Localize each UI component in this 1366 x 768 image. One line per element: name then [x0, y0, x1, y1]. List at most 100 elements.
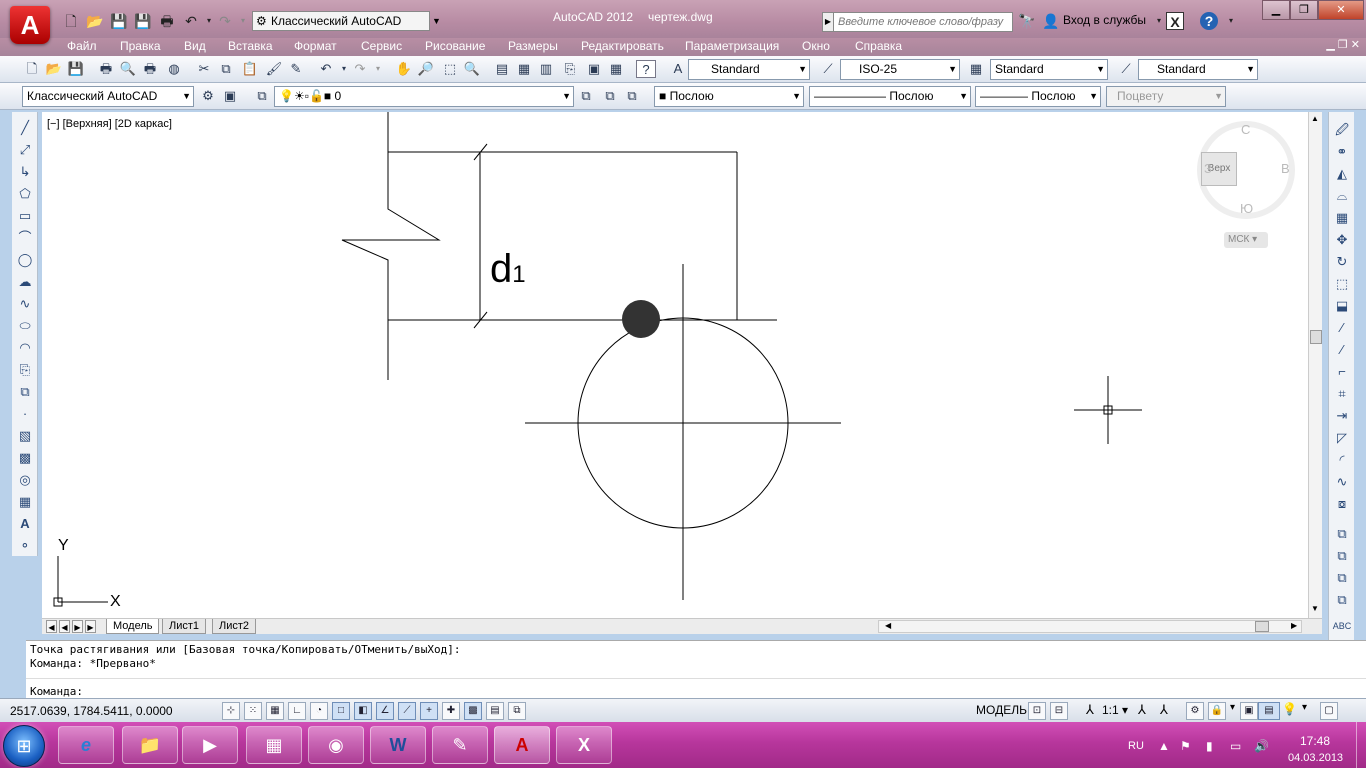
text-above-icon[interactable]: ABC	[1332, 616, 1352, 636]
text-style-select[interactable]: Standard ▼	[688, 59, 810, 80]
open-file-icon[interactable]: 📂	[86, 12, 104, 30]
move-icon[interactable]: ✥	[1332, 230, 1352, 250]
add-selected-icon[interactable]: ⚬	[15, 536, 35, 556]
match-properties-icon[interactable]: 🖌	[264, 60, 284, 78]
workspace-selector[interactable]: ⚙ Классический AutoCAD	[252, 11, 430, 31]
zoom-window-icon[interactable]: ⬚	[440, 60, 460, 78]
scroll-down-icon[interactable]: ▼	[1311, 604, 1319, 613]
point-icon[interactable]: ·	[15, 404, 35, 424]
menu-modify[interactable]: Редактировать	[581, 38, 664, 56]
help-icon[interactable]: ?	[636, 60, 656, 78]
scroll-left-icon[interactable]: ◀	[885, 621, 891, 630]
drawing-window-controls[interactable]: ▁ ❐ ✕	[1326, 38, 1360, 51]
circle-icon[interactable]: ◯	[15, 250, 35, 270]
gradient-icon[interactable]: ▩	[15, 448, 35, 468]
menu-file[interactable]: Файл	[67, 38, 97, 56]
scale-icon[interactable]: ⬚	[1332, 274, 1352, 294]
offset-icon[interactable]: ⌓	[1332, 186, 1352, 206]
redo-icon[interactable]: ↷	[350, 60, 370, 78]
undo-icon[interactable]: ↶	[182, 12, 200, 30]
pan-icon[interactable]: ✋	[394, 60, 414, 78]
block-editor-icon[interactable]: ✎	[286, 60, 306, 78]
status-menu-icon[interactable]: ▾	[1230, 702, 1235, 713]
file-explorer-icon[interactable]: 📁	[122, 726, 178, 764]
binoculars-icon[interactable]: 🔭	[1018, 12, 1036, 30]
plot-preview-icon[interactable]: 🔍	[118, 60, 138, 78]
color-select[interactable]: ■ Послою ▼	[654, 86, 804, 107]
construction-line-icon[interactable]: ⤢	[15, 140, 35, 160]
draw-order-icon[interactable]: ⧉	[1332, 524, 1352, 544]
network-icon[interactable]: ▮	[1206, 739, 1213, 753]
lightbulb-icon[interactable]: 💡	[1282, 702, 1297, 716]
exchange-icon[interactable]: X	[1166, 12, 1184, 30]
selection-cycling-icon[interactable]: ⧉	[508, 702, 526, 720]
copy-object-icon[interactable]: ⚭	[1332, 142, 1352, 162]
object-snap-icon[interactable]: □	[332, 702, 350, 720]
power-icon[interactable]: ▭	[1230, 739, 1241, 753]
dynamic-input-icon[interactable]: +	[420, 702, 438, 720]
internet-explorer-icon[interactable]: e	[58, 726, 114, 764]
chamfer-icon[interactable]: ◸	[1332, 428, 1352, 448]
table-style-select[interactable]: Standard ▼	[990, 59, 1108, 80]
insert-block-icon[interactable]: ⎘	[15, 360, 35, 380]
dim-style-icon[interactable]: ⟋	[818, 60, 838, 78]
language-indicator[interactable]: RU	[1128, 740, 1144, 752]
annotation-scale-select[interactable]: 1:1 ▾	[1102, 703, 1128, 717]
cut-icon[interactable]: ✂	[194, 60, 214, 78]
help-icon[interactable]: ?	[1200, 12, 1218, 30]
revision-cloud-icon[interactable]: ☁	[15, 272, 35, 292]
zoom-previous-icon[interactable]: 🔍	[462, 60, 482, 78]
viewcube-east[interactable]: В	[1281, 161, 1290, 176]
break-at-point-icon[interactable]: ⌐	[1332, 362, 1352, 382]
extend-icon[interactable]: ⁄	[1332, 340, 1352, 360]
last-tab-icon[interactable]: ▶	[85, 620, 96, 633]
table-style-icon[interactable]: ▦	[966, 60, 986, 78]
lineweight-icon[interactable]: ✚	[442, 702, 460, 720]
stretch-icon[interactable]: ⬓	[1332, 296, 1352, 316]
quick-properties-icon[interactable]: ▤	[486, 702, 504, 720]
horizontal-scroll-thumb[interactable]	[1255, 621, 1269, 632]
close-button[interactable]: ✕	[1318, 0, 1364, 20]
table-icon[interactable]: ▦	[15, 492, 35, 512]
make-current-layer-icon[interactable]: ⧉	[576, 87, 596, 105]
annotation-scale-icon[interactable]: ⅄	[1086, 702, 1094, 718]
clock-time[interactable]: 17:48	[1300, 734, 1330, 748]
menu-insert[interactable]: Вставка	[228, 38, 273, 56]
design-center-icon[interactable]: ▦	[514, 60, 534, 78]
auto-scale-icon[interactable]: ⅄	[1160, 702, 1168, 718]
xml-notepad-icon[interactable]: X	[556, 726, 612, 764]
toolbar-lock-icon[interactable]: 🔒	[1208, 702, 1226, 720]
tab-model[interactable]: Модель	[106, 619, 160, 634]
menu-parametric[interactable]: Параметризация	[685, 38, 779, 56]
markup-icon[interactable]: ▣	[584, 60, 604, 78]
qnew-icon[interactable]: 🗋	[22, 60, 42, 78]
wcs-menu-button[interactable]: МСК ▾	[1224, 232, 1268, 248]
layer-properties-icon[interactable]: ⧉	[252, 87, 272, 105]
layer-states-icon[interactable]: ⧉	[622, 87, 642, 105]
save-icon[interactable]: 💾	[110, 12, 128, 30]
open-icon[interactable]: 📂	[44, 60, 64, 78]
viewcube-south[interactable]: Ю	[1240, 201, 1253, 216]
menu-window[interactable]: Окно	[802, 38, 830, 56]
sheet-set-icon[interactable]: ⎘	[560, 60, 580, 78]
polygon-icon[interactable]: ⬠	[15, 184, 35, 204]
make-block-icon[interactable]: ⧉	[15, 382, 35, 402]
zoom-realtime-icon[interactable]: 🔎	[416, 60, 436, 78]
workspace-switch-icon[interactable]: ⚙	[1186, 702, 1204, 720]
bring-above-icon[interactable]: ⧉	[1332, 590, 1352, 610]
toolbar-lock-icon[interactable]: ▣	[220, 87, 240, 105]
save-as-icon[interactable]: 💾	[134, 12, 152, 30]
quick-view-layouts-icon[interactable]: ⊡	[1028, 702, 1046, 720]
infer-constraints-icon[interactable]: ⊹	[222, 702, 240, 720]
viewcube-west[interactable]: З	[1204, 161, 1212, 176]
command-prompt-input[interactable]: Команда:	[30, 685, 83, 698]
send-to-back-icon[interactable]: ⧉	[1332, 568, 1352, 588]
trim-icon[interactable]: ⁄	[1332, 318, 1352, 338]
fillet-icon[interactable]: ◜	[1332, 450, 1352, 470]
viewcube-north[interactable]: С	[1241, 122, 1250, 137]
qat-customize-icon[interactable]: ▼	[432, 11, 444, 31]
sign-in-link[interactable]: Вход в службы	[1063, 13, 1146, 27]
tab-layout1[interactable]: Лист1	[162, 619, 207, 634]
mirror-icon[interactable]: ◭	[1332, 164, 1352, 184]
horizontal-scrollbar[interactable]: ◀ ▶	[878, 620, 1302, 633]
